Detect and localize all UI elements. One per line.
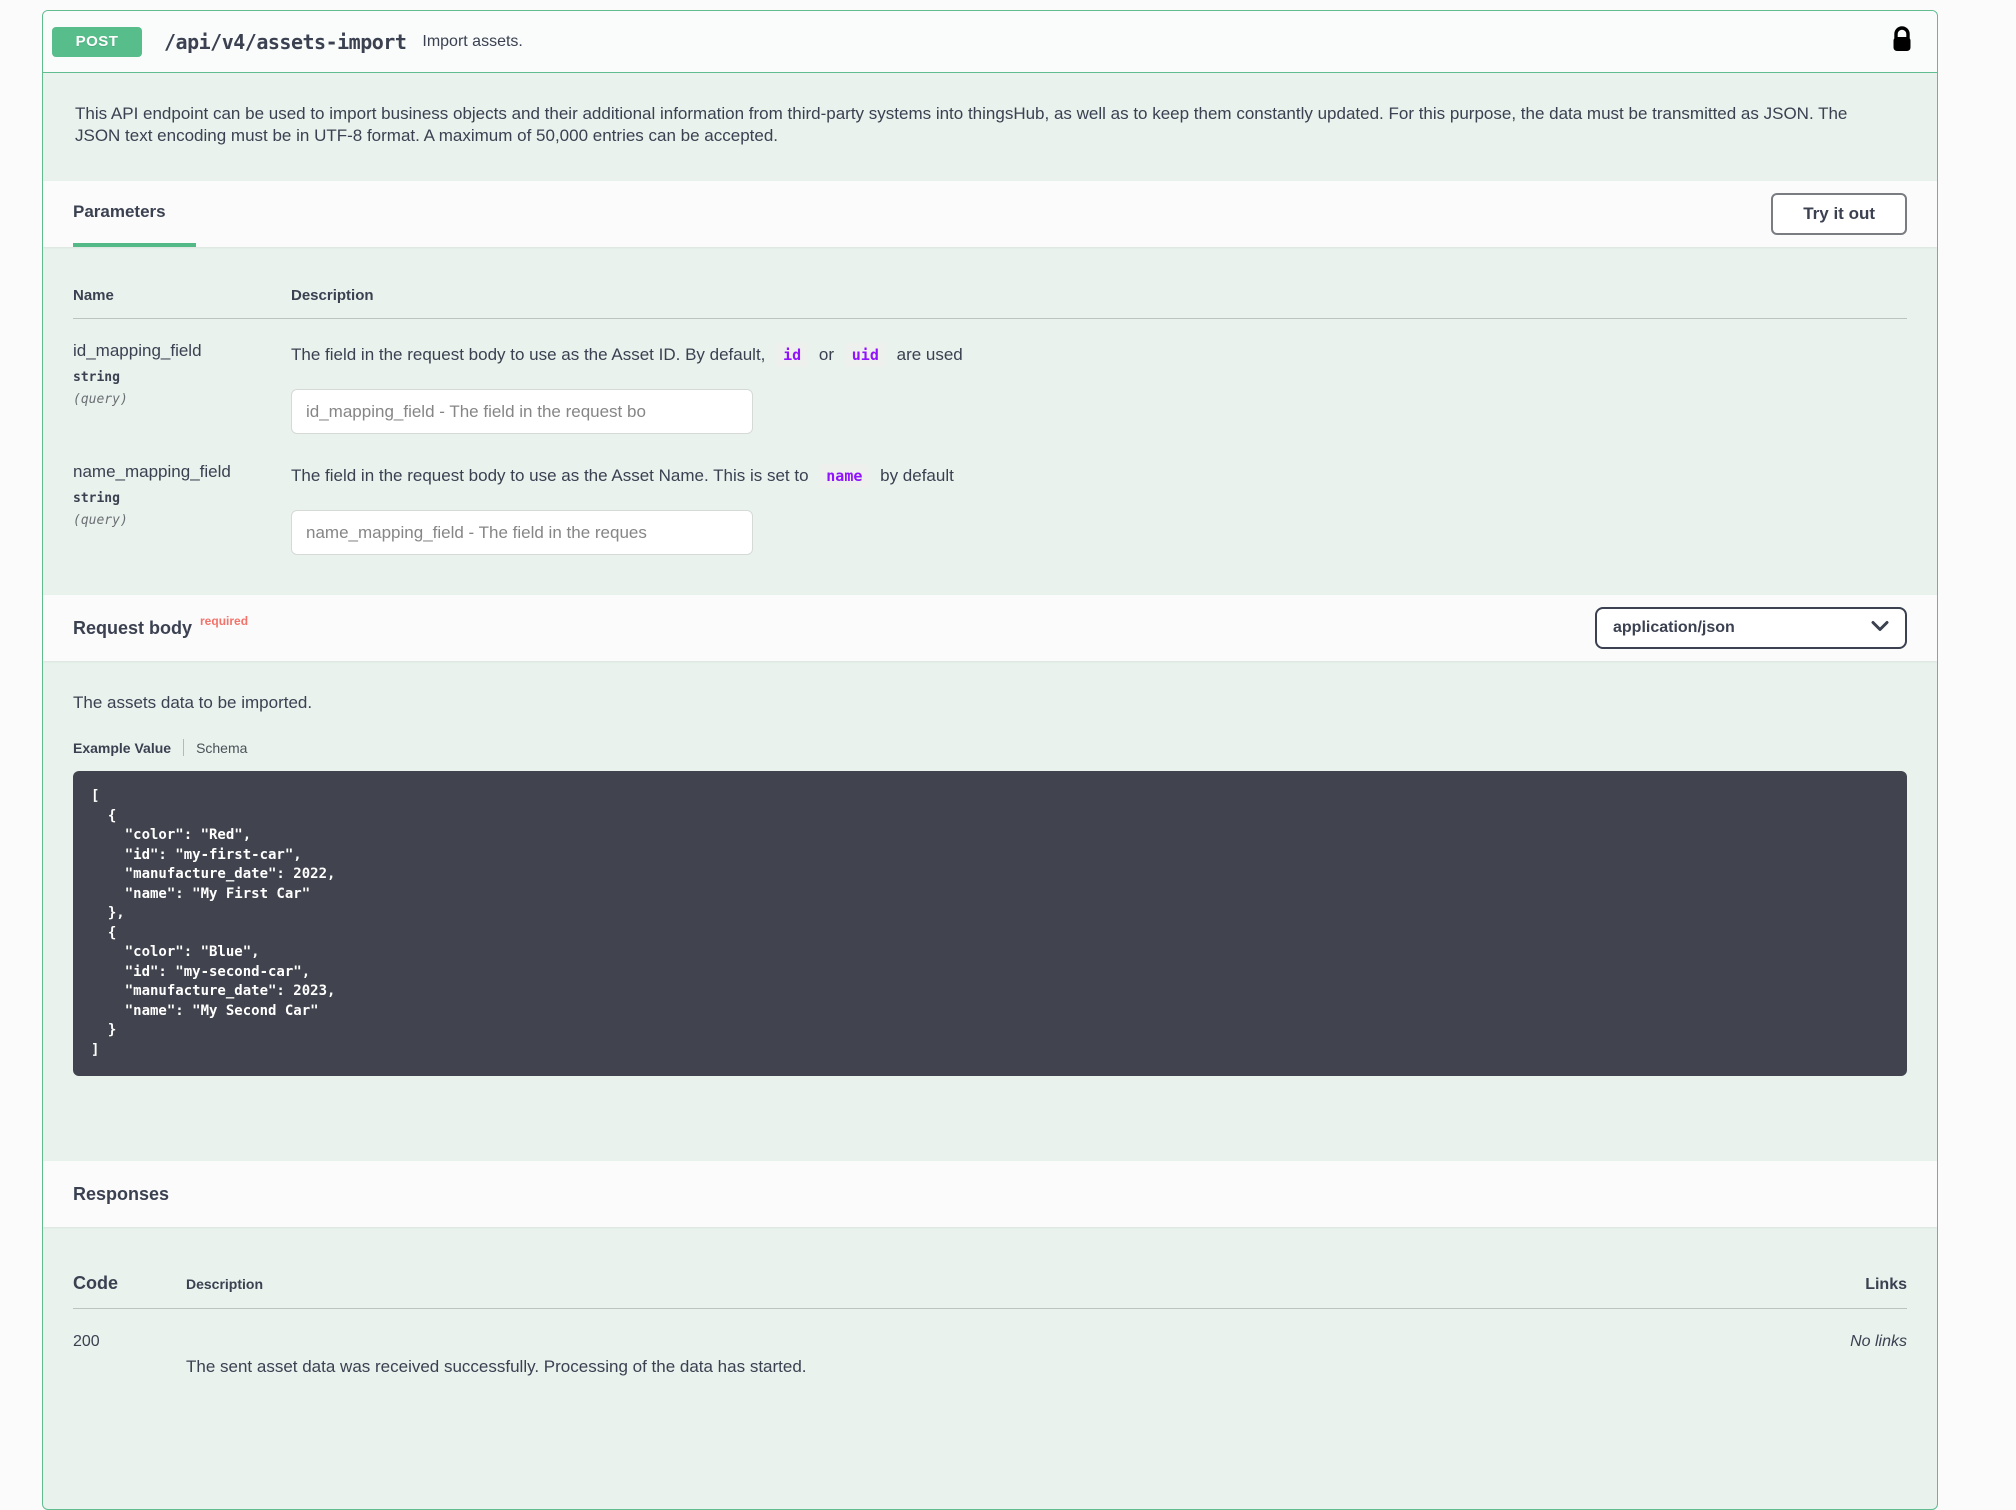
request-body-title: Request body: [73, 618, 192, 639]
responses-section-header: Responses: [43, 1161, 1937, 1227]
code-column-header: Code: [73, 1273, 186, 1294]
tab-example-value[interactable]: Example Value: [73, 740, 171, 756]
tab-schema[interactable]: Schema: [196, 740, 247, 756]
request-body-content: The assets data to be imported. Example …: [43, 661, 1937, 1076]
http-method-badge: POST: [52, 27, 142, 57]
body-description: The assets data to be imported.: [73, 693, 1907, 713]
responses-table: Code Description Links 200 The sent asse…: [43, 1227, 1937, 1377]
links-column-header: Links: [1865, 1276, 1907, 1294]
description-column-header: Description: [186, 1276, 1865, 1292]
endpoint-path: /api/v4/assets-import: [164, 30, 406, 54]
operation-description: This API endpoint can be used to import …: [43, 73, 1923, 181]
responses-table-header: Code Description Links: [73, 1227, 1907, 1309]
description-text: The field in the request body to use as …: [291, 466, 809, 485]
parameter-name: name_mapping_field: [73, 462, 291, 482]
authorization-lock-button[interactable]: [1891, 26, 1913, 57]
description-column-header: Description: [291, 287, 1907, 304]
code-token-name: name: [819, 464, 869, 488]
parameter-description: The field in the request body to use as …: [291, 341, 1907, 367]
description-text: are used: [897, 345, 963, 364]
tab-divider: [183, 739, 184, 756]
parameters-table-header: Name Description: [73, 247, 1907, 319]
content-type-dropdown[interactable]: application/json: [1595, 607, 1907, 649]
tab-parameters[interactable]: Parameters: [73, 181, 196, 247]
parameter-type: string: [73, 491, 291, 506]
name-column-header: Name: [73, 287, 291, 304]
api-operation-panel: POST /api/v4/assets-import Import assets…: [42, 10, 1938, 1510]
parameters-section-header: Parameters Try it out: [43, 181, 1937, 247]
try-it-out-button[interactable]: Try it out: [1771, 193, 1907, 235]
content-type-value: application/json: [1613, 619, 1735, 637]
name-mapping-field-input[interactable]: [291, 510, 753, 555]
chevron-down-icon: [1871, 619, 1889, 637]
operation-summary-bar[interactable]: POST /api/v4/assets-import Import assets…: [43, 11, 1937, 73]
lock-icon: [1891, 26, 1913, 57]
parameter-location: (query): [73, 513, 291, 528]
response-code: 200: [73, 1333, 186, 1377]
responses-title: Responses: [73, 1184, 169, 1205]
code-token-uid: uid: [845, 343, 886, 367]
id-mapping-field-input[interactable]: [291, 389, 753, 434]
request-body-section-header: Request body required application/json: [43, 595, 1937, 661]
response-description: The sent asset data was received success…: [186, 1333, 1850, 1377]
description-text: The field in the request body to use as …: [291, 345, 765, 364]
parameter-location: (query): [73, 392, 291, 407]
code-token-id: id: [776, 343, 808, 367]
parameter-description: The field in the request body to use as …: [291, 462, 1907, 488]
endpoint-summary: Import assets.: [422, 33, 522, 51]
parameter-row-id-mapping-field: id_mapping_field string (query) The fiel…: [73, 319, 1907, 434]
parameter-name: id_mapping_field: [73, 341, 291, 361]
required-badge: required: [200, 614, 248, 628]
description-text: by default: [880, 466, 954, 485]
example-json-block[interactable]: [ { "color": "Red", "id": "my-first-car"…: [73, 771, 1907, 1076]
parameter-row-name-mapping-field: name_mapping_field string (query) The fi…: [73, 434, 1907, 555]
response-row-200: 200 The sent asset data was received suc…: [73, 1309, 1907, 1377]
response-links: No links: [1850, 1333, 1907, 1377]
description-text: or: [819, 345, 834, 364]
parameters-table: Name Description id_mapping_field string…: [43, 247, 1937, 595]
model-example-tabs: Example Value Schema: [73, 739, 1907, 756]
parameter-type: string: [73, 370, 291, 385]
